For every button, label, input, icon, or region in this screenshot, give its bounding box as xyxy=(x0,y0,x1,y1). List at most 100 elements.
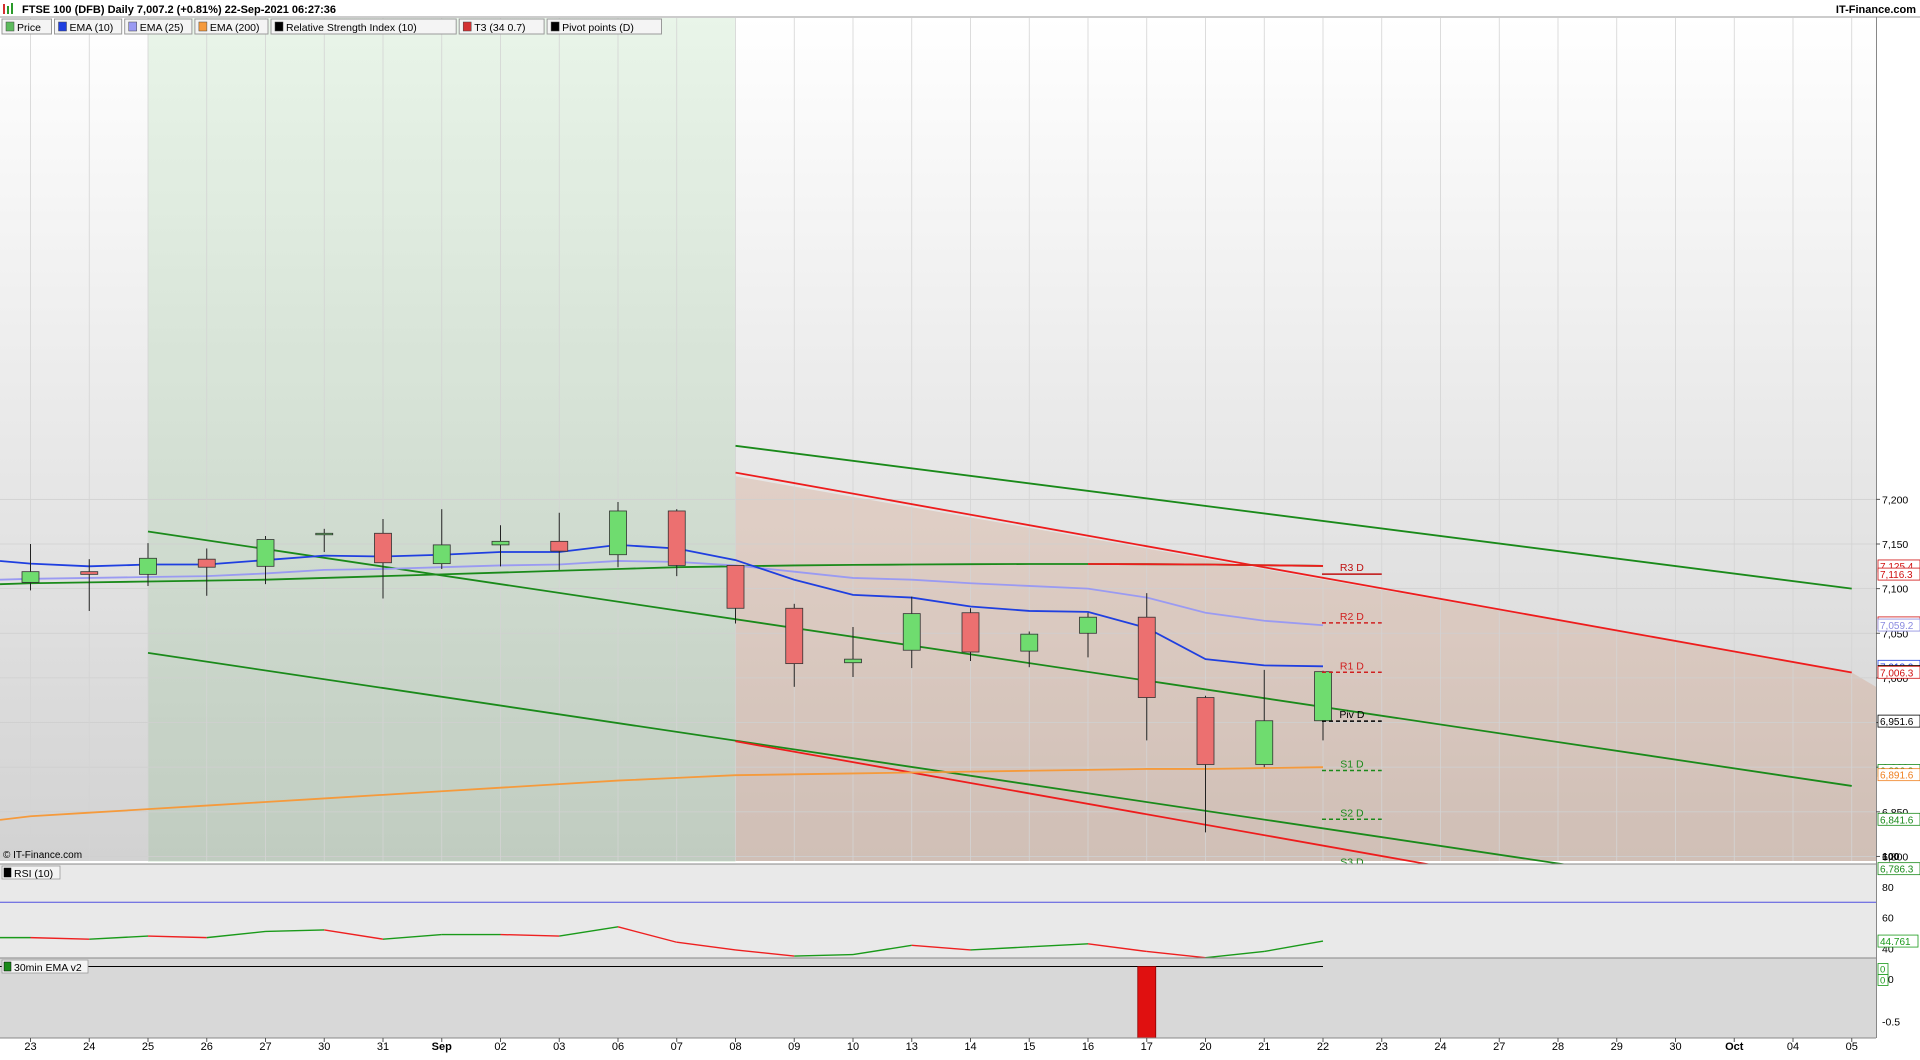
rsi-panel-background xyxy=(0,864,1876,958)
brand-label: IT-Finance.com xyxy=(1836,4,1916,16)
legend-swatch-3 xyxy=(198,21,208,32)
pivot-label: R1 D xyxy=(1340,660,1364,672)
candle-up xyxy=(1314,671,1332,722)
chart-canvas[interactable]: R3 DR2 DR1 DPiv DS1 DS2 DS3 D 6,8006,850… xyxy=(0,0,1920,1058)
legend-label-1: EMA (10) xyxy=(70,22,114,34)
x-tick-label: 16 xyxy=(1082,1041,1094,1053)
candle-down xyxy=(1137,616,1156,698)
legend-swatch-6 xyxy=(550,21,560,32)
candle-up xyxy=(491,540,510,546)
x-tick-label: 14 xyxy=(964,1041,976,1053)
x-tick-label: 05 xyxy=(1846,1041,1858,1053)
x-tick-label: 27 xyxy=(1493,1041,1505,1053)
pivot-label: R2 D xyxy=(1340,611,1364,623)
legend-label-5: T3 (34 0.7) xyxy=(474,22,525,34)
price-axis: 6,8006,8506,9006,9507,0007,0507,1007,150… xyxy=(1876,17,1920,1055)
candle-down xyxy=(550,540,569,552)
candle-up xyxy=(609,510,627,556)
indicator-legend[interactable]: Price EMA (10) EMA (25) EMA (200) Relative S… xyxy=(1,18,662,35)
legend-label-2: EMA (25) xyxy=(140,22,184,34)
x-tick-label: 30 xyxy=(1669,1041,1681,1053)
x-tick-label: 20 xyxy=(1199,1041,1211,1053)
legend-label-3: EMA (200) xyxy=(210,22,260,34)
ema30-panel-background xyxy=(0,958,1876,1038)
price-tag-label: 6,841.6 xyxy=(1880,815,1914,826)
legend-swatch-1 xyxy=(58,21,67,32)
candle-down xyxy=(1196,697,1215,765)
candle-up xyxy=(432,544,451,565)
candle-down xyxy=(374,532,392,564)
x-tick-label: 08 xyxy=(729,1041,741,1053)
x-tick-label: 22 xyxy=(1317,1041,1329,1053)
candle-down xyxy=(667,510,686,566)
candle-up xyxy=(139,557,157,575)
pivot-label: S1 D xyxy=(1340,758,1364,770)
candle-up xyxy=(1020,633,1039,652)
x-tick-label: 21 xyxy=(1258,1041,1270,1053)
x-tick-label: 23 xyxy=(1376,1041,1388,1053)
x-tick-label: 17 xyxy=(1141,1041,1153,1053)
x-tick-label: 23 xyxy=(24,1041,36,1053)
y-tick-label: 7,200 xyxy=(1882,494,1908,506)
ema30-last-label: 0 xyxy=(1880,965,1885,976)
rsi-tick-label: 60 xyxy=(1882,913,1894,925)
legend-label-4: Relative Strength Index (10) xyxy=(286,22,417,34)
x-tick-label: 27 xyxy=(259,1041,271,1053)
price-tag-label: 7,116.3 xyxy=(1880,570,1913,581)
x-tick-label: 24 xyxy=(1434,1041,1446,1053)
x-tick-label: 10 xyxy=(847,1041,859,1053)
x-tick-label: 06 xyxy=(612,1041,624,1053)
ema30-title-swatch xyxy=(3,961,12,972)
legend-label-6: Pivot points (D) xyxy=(562,22,634,34)
candle-down xyxy=(785,607,804,665)
candle-up xyxy=(315,532,334,536)
candle-down xyxy=(961,612,980,653)
x-tick-label: Oct xyxy=(1725,1041,1744,1053)
rsi-title-swatch xyxy=(3,867,12,878)
rsi-last-label: 44.761 xyxy=(1880,937,1911,948)
x-tick-label: Sep xyxy=(432,1041,452,1053)
legend-swatch-2 xyxy=(128,21,137,32)
price-tag-label: 7,006.3 xyxy=(1880,668,1914,679)
candle-up xyxy=(1255,720,1274,765)
price-tag-label: 6,891.6 xyxy=(1880,771,1914,782)
ema30-last-label: 0 xyxy=(1880,976,1885,987)
y-tick-label: 7,100 xyxy=(1882,584,1908,596)
candle-up xyxy=(1079,616,1097,634)
x-tick-label: 07 xyxy=(671,1041,683,1053)
legend-swatch-4 xyxy=(274,21,284,32)
candle-down xyxy=(726,565,745,609)
date-axis-background xyxy=(0,1038,1920,1055)
ema30-tick-label: -0.5 xyxy=(1882,1017,1900,1029)
pivot-label: Piv D xyxy=(1339,709,1365,721)
x-tick-label: 13 xyxy=(906,1041,918,1053)
rsi-tick-label: 80 xyxy=(1882,882,1894,894)
x-tick-label: 02 xyxy=(494,1041,506,1053)
candle-down xyxy=(197,558,216,568)
x-tick-label: 04 xyxy=(1787,1041,1799,1053)
legend-swatch-0 xyxy=(5,21,15,32)
rsi-tick-label: 100 xyxy=(1882,851,1900,863)
candle-up xyxy=(21,571,40,583)
pivot-label: R3 D xyxy=(1340,562,1364,574)
legend-swatch-5 xyxy=(462,21,472,32)
x-tick-label: 24 xyxy=(83,1041,95,1053)
candle-up xyxy=(256,539,275,567)
x-tick-label: 09 xyxy=(788,1041,800,1053)
ema30-title: 30min EMA v2 xyxy=(14,962,82,974)
legend-label-0: Price xyxy=(17,22,41,34)
chart-window: R3 D R2 D R1 D Piv D S1 D S2 D S3 D 6,800 6,850… xyxy=(0,0,1920,1058)
watermark-label: © IT-Finance.com xyxy=(3,850,82,861)
rsi-title: RSI (10) xyxy=(14,868,53,880)
y-tick-label: 7,150 xyxy=(1882,539,1908,551)
price-tag-label: 7,059.2 xyxy=(1880,621,1914,632)
x-tick-label: 26 xyxy=(201,1041,213,1053)
x-tick-label: 29 xyxy=(1611,1041,1623,1053)
date-axis: 23 24 25 26 27 30 31 Sep 02 03 06 07 08 09 10 13 14 15 16 1… xyxy=(0,1037,1920,1055)
x-tick-label: 03 xyxy=(553,1041,565,1053)
candle-up xyxy=(844,658,862,664)
x-tick-label: 30 xyxy=(318,1041,330,1053)
chart-title: FTSE 100 (DFB) Daily 7,007.2 (+0.81%) 22… xyxy=(22,4,336,16)
x-tick-label: 28 xyxy=(1552,1041,1564,1053)
price-axis-background xyxy=(1876,17,1920,1055)
